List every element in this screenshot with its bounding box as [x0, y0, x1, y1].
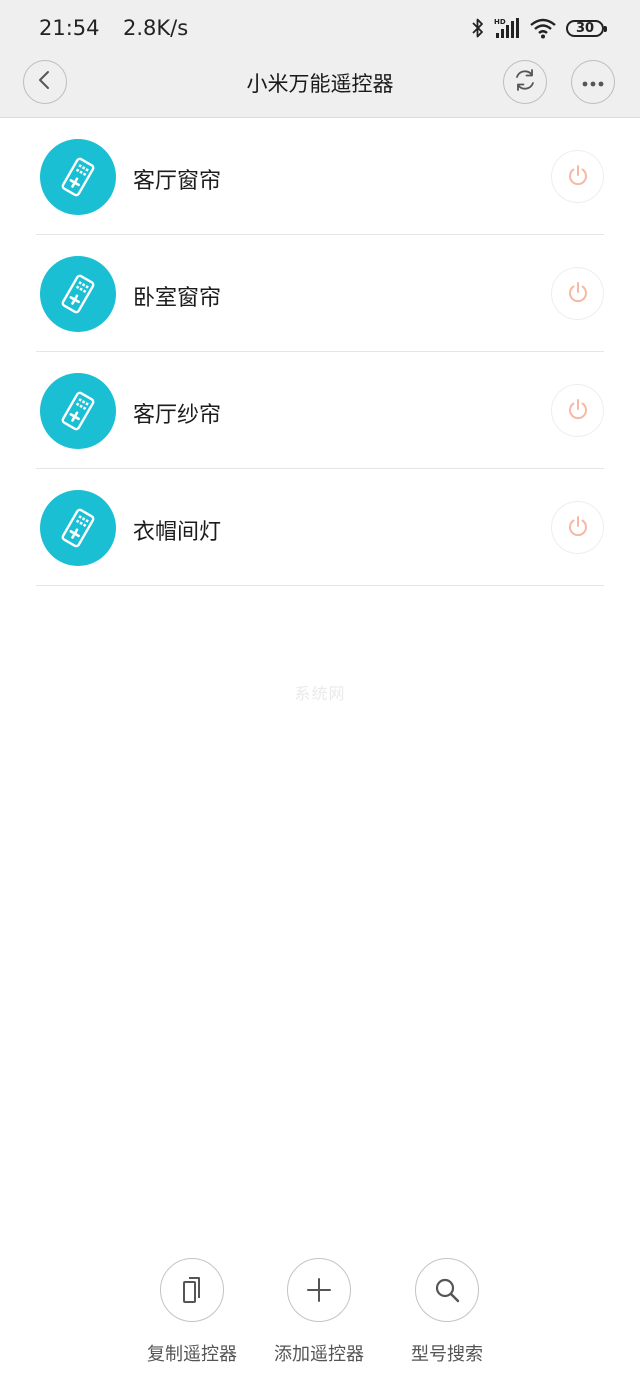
search-icon — [415, 1258, 479, 1322]
watermark: 系统网 — [294, 684, 346, 703]
copy-icon — [160, 1258, 224, 1322]
copy-remote-label: 复制遥控器 — [147, 1344, 237, 1365]
remote-control-icon — [40, 373, 116, 449]
device-list: 客厅窗帘 卧室窗帘 客厅纱帘 衣帽间灯 — [0, 118, 640, 586]
hd-signal-icon: HD — [494, 17, 520, 39]
power-icon — [566, 280, 590, 308]
model-search-label: 型号搜索 — [411, 1344, 483, 1365]
bottom-actions: 复制遥控器 添加遥控器 型号搜索 — [0, 1258, 640, 1368]
status-bar: 21:54 2.8K/s HD 30 — [0, 0, 640, 56]
remote-control-icon — [40, 256, 116, 332]
more-dots-icon — [581, 73, 605, 92]
device-row[interactable]: 卧室窗帘 — [0, 235, 640, 352]
network-speed: 2.8K/s — [123, 16, 189, 40]
header: 小米万能遥控器 — [0, 56, 640, 117]
power-icon — [566, 514, 590, 542]
device-name: 衣帽间灯 — [133, 520, 222, 545]
bluetooth-icon — [471, 17, 485, 39]
power-icon — [566, 163, 590, 191]
svg-text:HD: HD — [494, 18, 506, 26]
sync-button[interactable] — [503, 60, 547, 104]
model-search-button[interactable]: 型号搜索 — [383, 1258, 511, 1366]
divider — [36, 585, 604, 586]
sync-icon — [512, 67, 538, 97]
status-time: 21:54 — [39, 16, 100, 40]
add-remote-button[interactable]: 添加遥控器 — [255, 1258, 383, 1366]
top-area: 21:54 2.8K/s HD 30 小米万能遥控器 — [0, 0, 640, 118]
wifi-icon — [529, 17, 557, 39]
battery-icon: 30 — [566, 19, 607, 37]
power-button[interactable] — [551, 501, 604, 554]
status-icons: HD 30 — [471, 15, 607, 41]
plus-icon — [287, 1258, 351, 1322]
device-row[interactable]: 客厅窗帘 — [0, 118, 640, 235]
remote-control-icon — [40, 490, 116, 566]
power-button[interactable] — [551, 267, 604, 320]
device-row[interactable]: 衣帽间灯 — [0, 469, 640, 586]
device-name: 客厅纱帘 — [133, 403, 222, 428]
power-button[interactable] — [551, 384, 604, 437]
device-name: 客厅窗帘 — [133, 169, 222, 194]
device-name: 卧室窗帘 — [133, 286, 222, 311]
remote-control-icon — [40, 139, 116, 215]
add-remote-label: 添加遥控器 — [274, 1344, 364, 1365]
power-icon — [566, 397, 590, 425]
power-button[interactable] — [551, 150, 604, 203]
more-button[interactable] — [571, 60, 615, 104]
device-row[interactable]: 客厅纱帘 — [0, 352, 640, 469]
app-root: 21:54 2.8K/s HD 30 小米万能遥控器 客厅窗帘 卧室窗帘 客厅纱… — [0, 0, 640, 1387]
copy-remote-button[interactable]: 复制遥控器 — [128, 1258, 256, 1366]
